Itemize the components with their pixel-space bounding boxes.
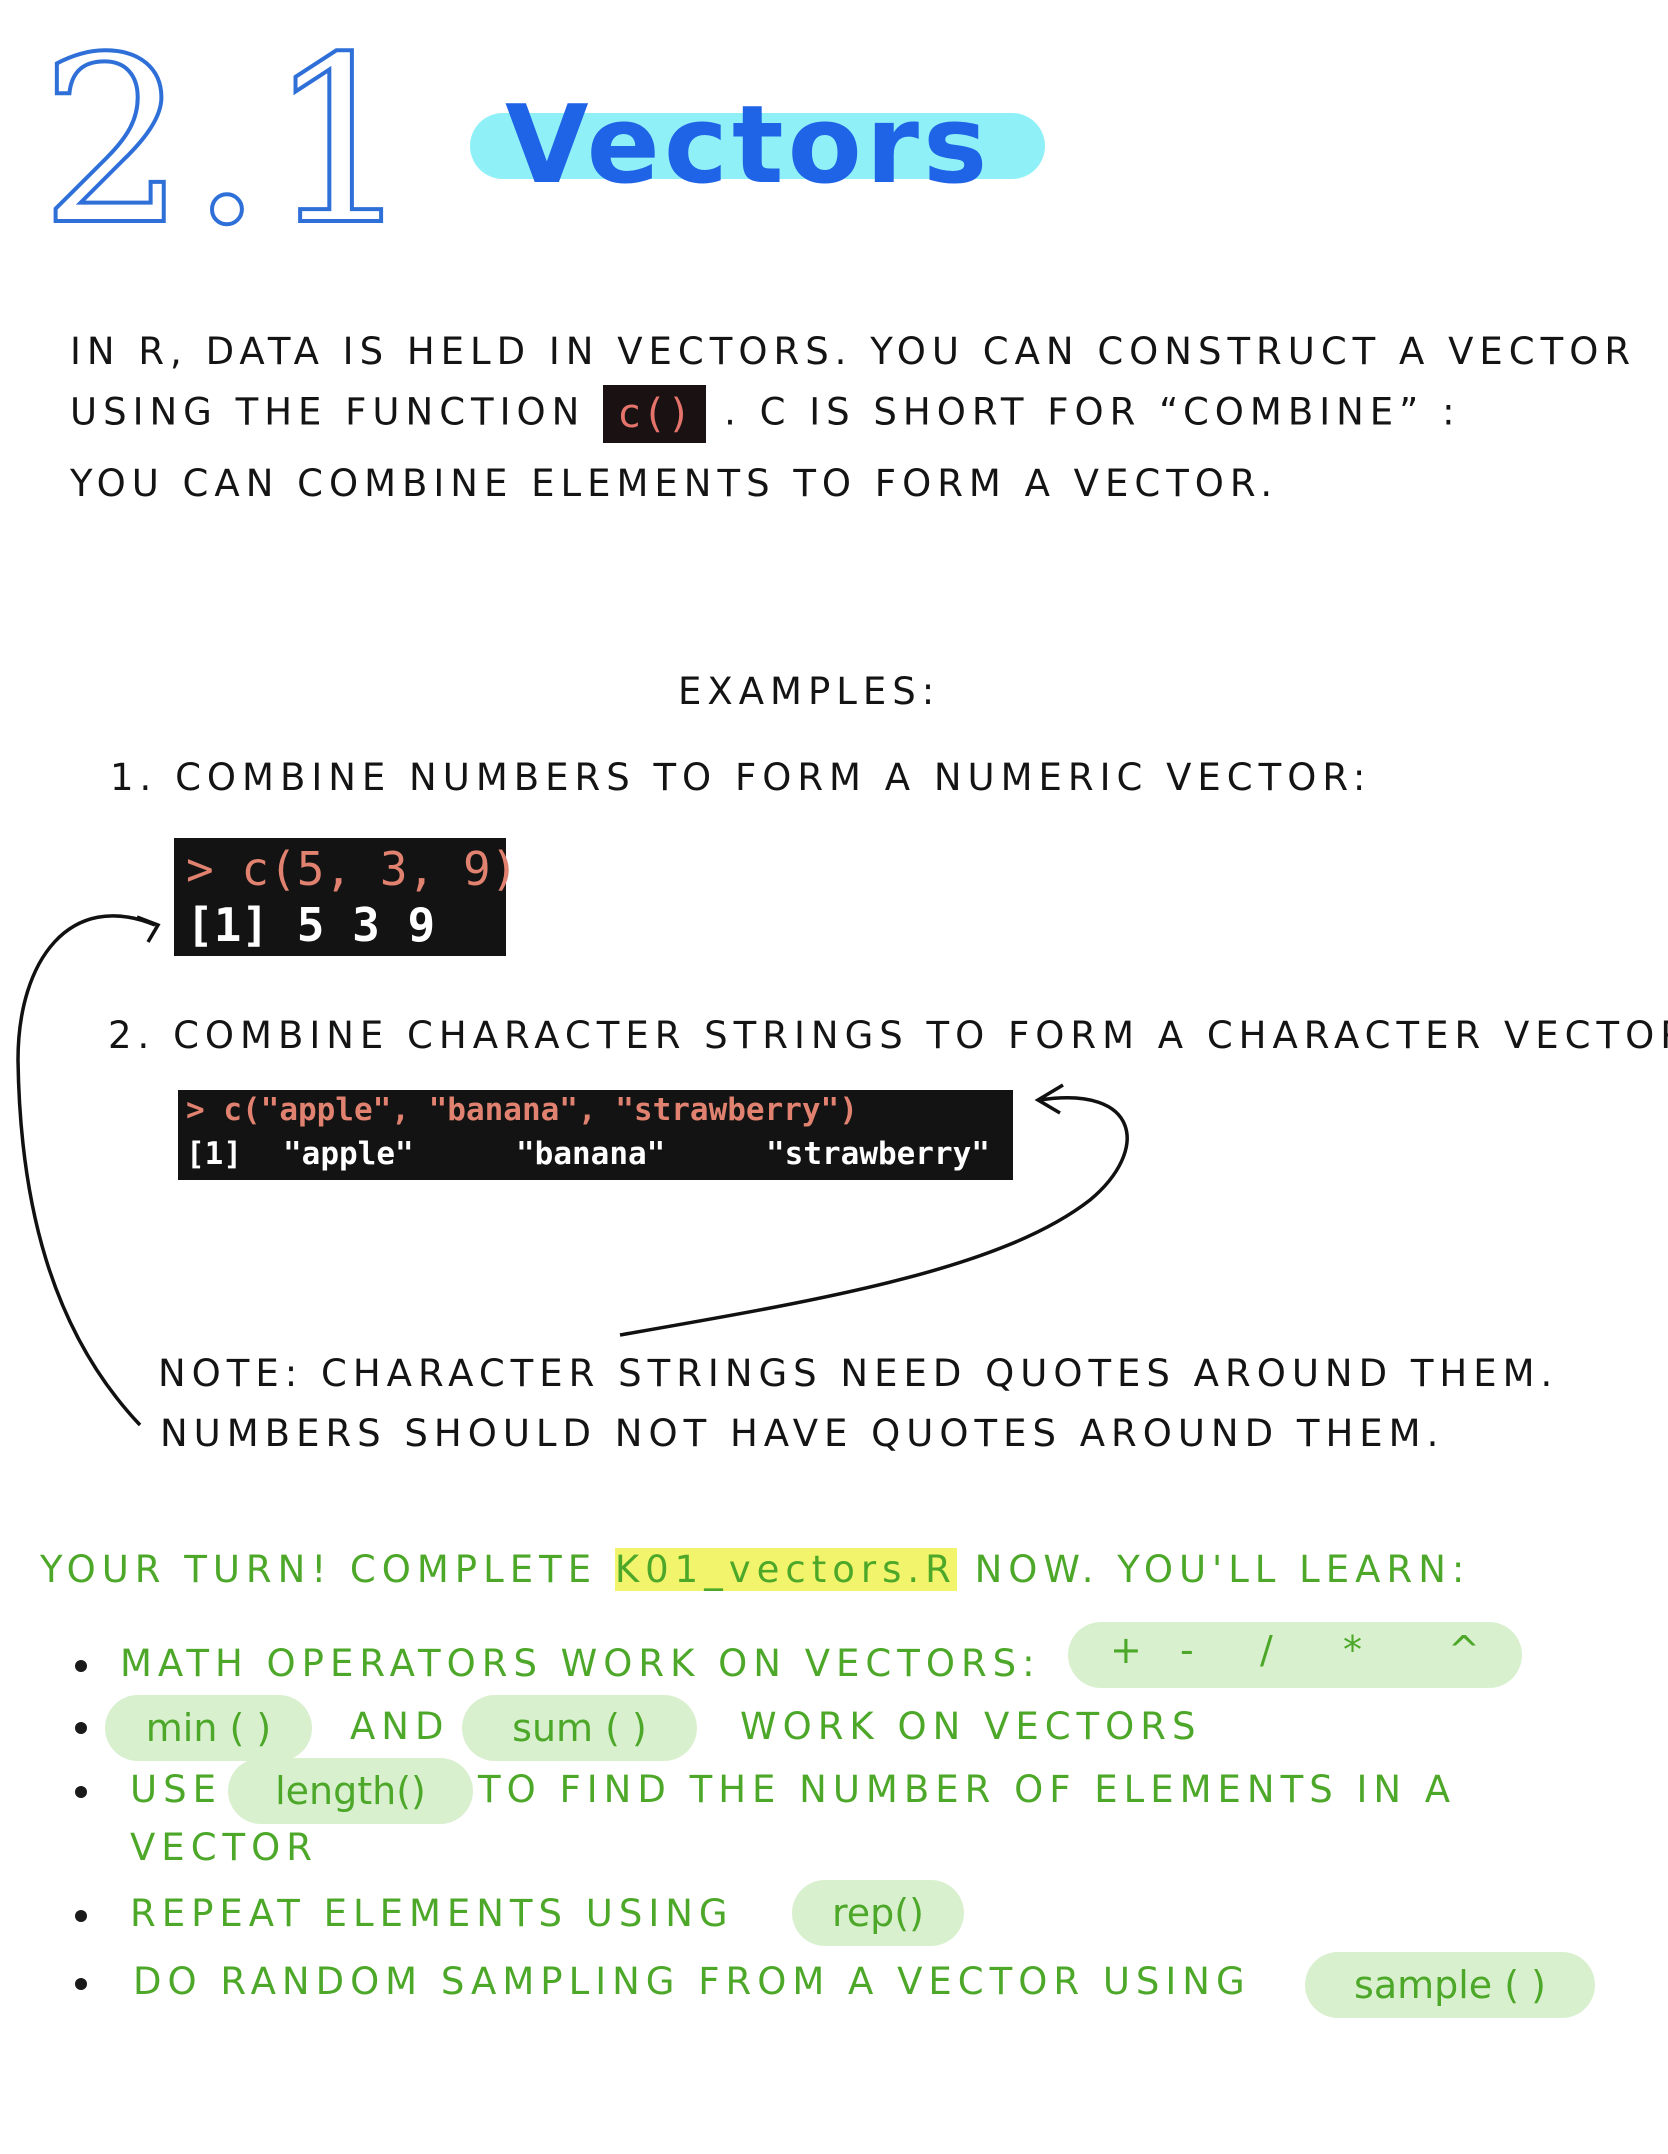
bullet-random-sampling: Do random sampling from a vector using: [133, 1960, 1251, 2003]
arrow-note-to-strings: [619, 1096, 1129, 1337]
bullet-find-elements: to find the number of elements in a: [478, 1768, 1457, 1811]
bullet-and: and: [350, 1705, 450, 1748]
sum-pill: sum ( ): [462, 1695, 697, 1761]
sample-pill: sample ( ): [1305, 1952, 1595, 2018]
exercise-filename[interactable]: K01_vectors.R: [614, 1548, 957, 1591]
operator-power: ^: [1448, 1628, 1480, 1672]
rep-pill: rep(): [792, 1880, 964, 1946]
min-pill: min ( ): [105, 1695, 312, 1761]
bullet-dot-4: [75, 1910, 87, 1922]
bullet-dot-1: [75, 1660, 87, 1672]
length-pill: length(): [228, 1758, 473, 1824]
bullet-use: Use: [130, 1768, 222, 1811]
bullet-dot-5: [75, 1978, 87, 1990]
operator-plus: +: [1110, 1628, 1142, 1672]
operator-divide: /: [1260, 1628, 1273, 1672]
operator-multiply: *: [1343, 1628, 1362, 1672]
bullet-work-on-vectors: work on vectors: [740, 1705, 1202, 1748]
note-line-2: Numbers should not have quotes around th…: [160, 1412, 1445, 1455]
bullet-repeat: Repeat elements using: [130, 1892, 734, 1935]
operators-pill: + - / * ^: [1068, 1622, 1522, 1688]
bullet-math-operators: Math operators work on vectors:: [120, 1642, 1041, 1685]
bullet-vector-cont: vector: [130, 1826, 318, 1869]
bullet-dot-3: [75, 1786, 87, 1798]
bullet-dot-2: [75, 1722, 87, 1734]
your-turn-label: Your turn! Complete: [40, 1548, 598, 1591]
your-turn-intro: Your turn! Complete K01_vectors.R now. Y…: [40, 1548, 1470, 1591]
note-line-1: Note: character strings need quotes arou…: [158, 1352, 1559, 1395]
your-turn-learn: now. You'll learn:: [974, 1548, 1471, 1591]
operator-minus: -: [1180, 1628, 1194, 1672]
arrow-note-to-numbers: [16, 914, 156, 1427]
